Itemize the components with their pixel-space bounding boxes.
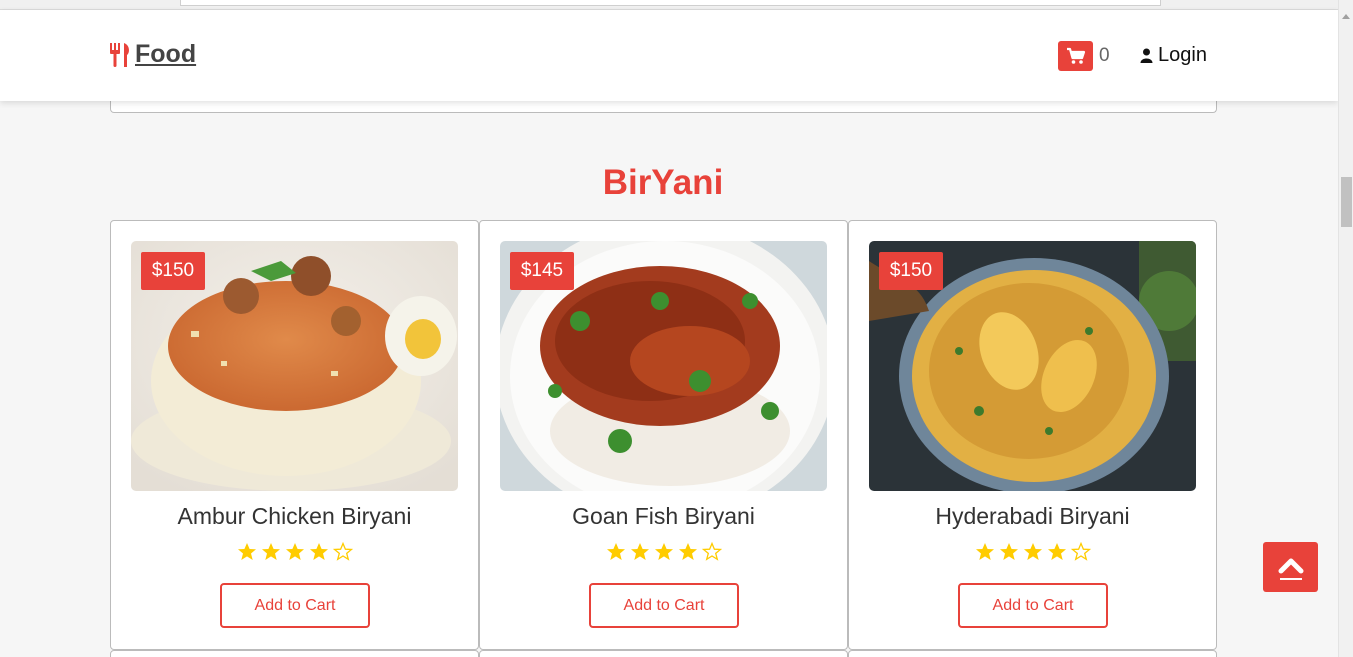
login-link[interactable]: Login	[1140, 44, 1207, 67]
product-name: Ambur Chicken Biryani	[177, 503, 412, 529]
price-badge: $150	[141, 252, 205, 290]
browser-top-strip	[0, 0, 1338, 10]
star-filled-icon	[606, 543, 625, 560]
cutlery-icon	[110, 42, 129, 67]
scroll-up-arrow-icon[interactable]	[1342, 14, 1350, 19]
star-filled-icon	[999, 543, 1018, 560]
rating-stars	[111, 542, 478, 561]
cart-button[interactable]	[1058, 41, 1093, 71]
scroll-to-top-button[interactable]	[1263, 542, 1318, 592]
add-to-cart-button[interactable]: Add to Cart	[958, 583, 1108, 628]
product-card-next-row	[479, 650, 848, 657]
user-icon	[1140, 48, 1153, 63]
product-card: $145 Goan Fish Biryani Add to Cart	[479, 220, 848, 650]
rating-stars	[480, 542, 847, 561]
star-filled-icon	[630, 543, 649, 560]
product-card: $150 Ambur Chicken Biryani Add to Cart	[110, 220, 479, 650]
chevron-up-icon	[1278, 558, 1303, 580]
star-filled-icon	[678, 543, 697, 560]
login-label[interactable]: Login	[1158, 44, 1207, 67]
price-badge: $145	[510, 252, 574, 290]
scrollbar-thumb[interactable]	[1341, 177, 1352, 227]
star-empty-icon	[1070, 542, 1091, 561]
star-filled-icon	[1023, 543, 1042, 560]
section-title: BirYani	[602, 163, 724, 202]
star-filled-icon	[285, 543, 304, 560]
star-filled-icon	[654, 543, 673, 560]
product-card-next-row	[848, 650, 1217, 657]
cart[interactable]: 0	[1058, 41, 1110, 71]
rating-stars	[849, 542, 1216, 561]
product-card: $150 Hyderabadi Biryani Add to Cart	[848, 220, 1217, 650]
star-empty-icon	[701, 542, 722, 561]
star-filled-icon	[261, 543, 280, 560]
price-badge: $150	[879, 252, 943, 290]
add-to-cart-button[interactable]: Add to Cart	[589, 583, 739, 628]
brand-name[interactable]: Food	[135, 40, 196, 69]
shopping-cart-icon	[1066, 47, 1085, 64]
navbar: Food 0 Login	[0, 10, 1338, 101]
star-filled-icon	[1047, 543, 1066, 560]
brand-logo[interactable]: Food	[108, 40, 196, 69]
product-name: Goan Fish Biryani	[572, 503, 755, 529]
page-scrollbar[interactable]	[1338, 0, 1353, 657]
star-empty-icon	[332, 542, 353, 561]
add-to-cart-button[interactable]: Add to Cart	[220, 583, 370, 628]
star-filled-icon	[309, 543, 328, 560]
product-card-next-row	[110, 650, 479, 657]
cart-count: 0	[1099, 45, 1110, 66]
star-filled-icon	[975, 543, 994, 560]
product-name: Hyderabadi Biryani	[935, 503, 1130, 529]
star-filled-icon	[237, 543, 256, 560]
address-bar[interactable]	[180, 0, 1161, 6]
